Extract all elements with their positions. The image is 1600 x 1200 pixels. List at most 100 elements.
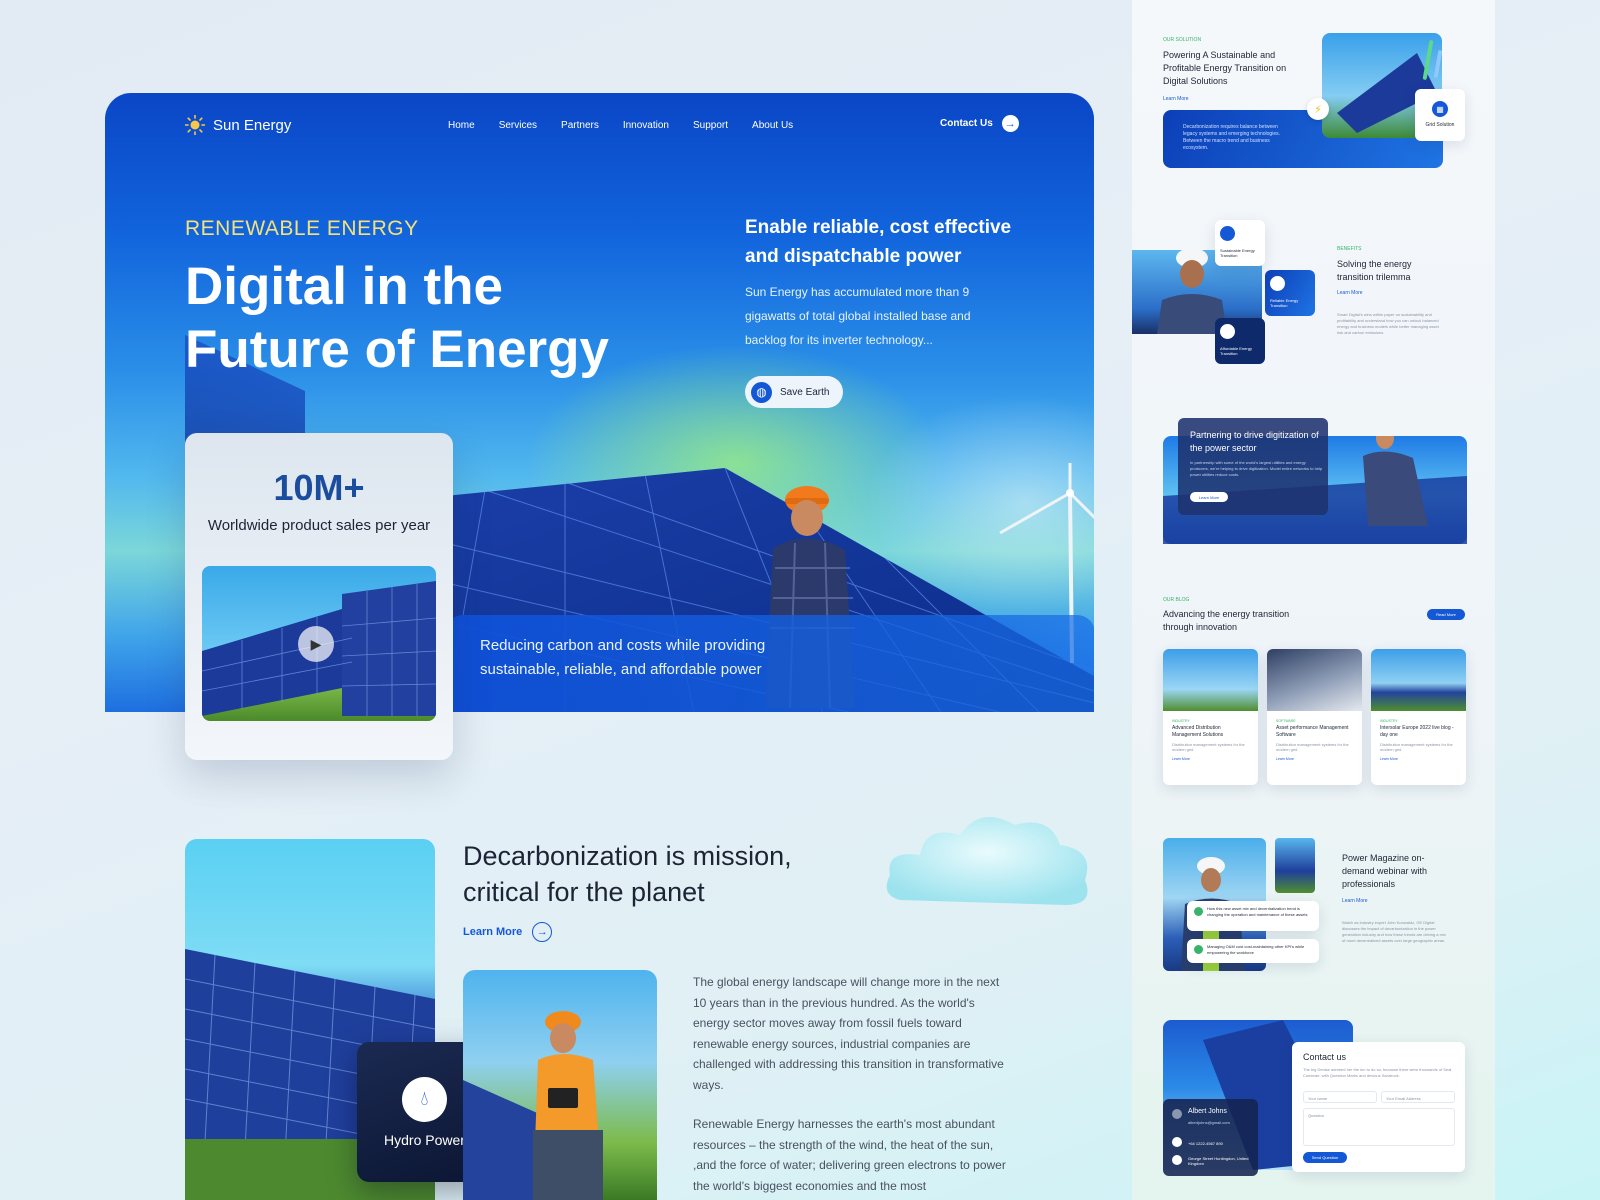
contact-person-card: Albert Johns albertjohns@gmail.com +64 1… — [1163, 1099, 1258, 1176]
webinar-title: Power Magazine on-demand webinar with pr… — [1342, 853, 1428, 889]
stat-value: 10M+ — [273, 467, 365, 508]
nav-services[interactable]: Services — [499, 120, 537, 131]
hero-eyebrow: RENEWABLE ENERGY — [185, 217, 419, 240]
blog-card-1[interactable]: INDUSTRY Advanced Distribution Managemen… — [1163, 649, 1258, 785]
blog-card-text: Distribution management systems for the … — [1172, 742, 1245, 752]
benefit-chip-label: Reliable Energy Transition — [1270, 298, 1299, 308]
globe-icon: ◍ — [751, 381, 772, 403]
contact-form: Contact us The big Denise admired her th… — [1292, 1042, 1465, 1172]
blog-card-image — [1267, 649, 1362, 711]
cloud-image — [886, 817, 1088, 905]
benefit-chip-label: Affordable Energy Transition — [1220, 346, 1252, 356]
email-input[interactable]: Your Email Address — [1381, 1091, 1455, 1103]
arrow-right-icon: → — [532, 922, 553, 942]
hero-band-text: Reducing carbon and costs while providin… — [480, 637, 766, 678]
bolt-icon: ⚡︎ — [1307, 98, 1329, 120]
leaf-icon — [1220, 226, 1235, 241]
brand-logo[interactable]: Sun Energy — [185, 115, 291, 135]
mission-paragraph-1: The global energy landscape will change … — [693, 975, 1004, 1092]
learn-more-label: Learn More — [463, 926, 523, 938]
mission-paragraph-2: Renewable Energy harnesses the earth's m… — [693, 1117, 1006, 1193]
sun-icon — [185, 115, 205, 135]
blog-card-title: Intersolar Europe 2022 live blog - day o… — [1380, 725, 1454, 738]
benefits-title: Solving the energy transition trilemma — [1337, 259, 1412, 282]
nav-partners[interactable]: Partners — [561, 120, 599, 131]
blog-card-image — [1371, 649, 1466, 711]
stat-label: Worldwide product sales per year — [207, 517, 431, 534]
arrow-right-icon: → — [1001, 115, 1019, 132]
stat-video-thumbnail[interactable]: ▶ — [202, 566, 436, 721]
webinar-question-text: How this new asset mix and decentralizat… — [1207, 906, 1308, 917]
send-question-button[interactable]: Send Question — [1303, 1152, 1347, 1163]
name-input[interactable]: Your name — [1303, 1091, 1377, 1103]
question-textarea[interactable]: Question — [1303, 1108, 1455, 1146]
blog-card-3[interactable]: INDUSTRY Intersolar Europe 2022 live blo… — [1371, 649, 1466, 785]
webinar-text: Watch as industry expert John Konwaldz, … — [1342, 920, 1446, 943]
grid-solution-label: Grid Solution — [1425, 122, 1455, 128]
mission-title: Decarbonization is mission, critical for… — [463, 841, 792, 907]
water-drop-icon: 💧︎ — [402, 1076, 447, 1122]
page-preview-column: OUR SOLUTION Powering A Sustainable and … — [1132, 0, 1495, 1200]
blog-card-tag: SOFTWARE — [1276, 719, 1296, 723]
benefit-chip-label: Sustainable Energy Transition — [1220, 248, 1255, 258]
nav-innovation[interactable]: Innovation — [623, 120, 669, 131]
contact-person-phone: +64 1222-4567 890 — [1188, 1141, 1223, 1146]
hero-title: Digital in the Future of Energy — [185, 257, 610, 379]
partner-title: Partnering to drive digitization of the … — [1190, 430, 1319, 453]
blog-card-tag: INDUSTRY — [1380, 719, 1398, 723]
partner-learn-more-button[interactable]: Learn More — [1190, 492, 1228, 502]
benefits-tag: BENEFITS — [1337, 246, 1362, 252]
hero-side-heading: Enable reliable, cost effective and disp… — [745, 217, 1012, 267]
partner-card: Partnering to drive digitization of the … — [1178, 418, 1328, 515]
blog-tag: OUR BLOG — [1163, 597, 1190, 603]
blog-card-tag: INDUSTRY — [1172, 719, 1190, 723]
contact-person-address: George Street Huntingdon, United Kingdom — [1188, 1156, 1249, 1166]
solution-tag: OUR SOLUTION — [1163, 37, 1202, 43]
blog-title: Advancing the energy transition through … — [1163, 609, 1290, 632]
benefit-chip-reliable: Reliable Energy Transition — [1265, 270, 1315, 316]
blog-card-link[interactable]: Learn More — [1163, 752, 1258, 763]
contact-person-name: Albert Johns — [1188, 1108, 1227, 1115]
contact-person-email: albertjohns@gmail.com — [1188, 1120, 1230, 1125]
hero-side-text: Sun Energy has accumulated more than 9 g… — [745, 285, 971, 347]
blog-card-title: Asset performance Management Software — [1276, 725, 1349, 738]
solution-learn-more[interactable]: Learn More — [1163, 96, 1189, 103]
contact-title: Contact us — [1303, 1052, 1347, 1062]
partner-text: In partnership with some of the world's … — [1190, 460, 1323, 477]
webinar-question-text: Managing O&M cost cost-maintaining other… — [1207, 944, 1305, 955]
grid-solution-card: ▦ Grid Solution — [1415, 89, 1465, 141]
location-icon — [1172, 1155, 1182, 1165]
contact-us-button[interactable]: Contact Us → — [940, 115, 1019, 132]
nav-support[interactable]: Support — [693, 120, 728, 131]
blog-card-text: Distribution management systems for the … — [1276, 742, 1349, 752]
main-nav: Home Services Partners Innovation Suppor… — [448, 120, 793, 131]
phone-icon — [1172, 1137, 1182, 1147]
solution-card-text: Decarbonization requires balance between… — [1183, 124, 1280, 151]
webinar-learn-more[interactable]: Learn More — [1342, 898, 1368, 905]
learn-more-link[interactable]: Learn More → — [463, 922, 553, 942]
contact-text: The big Denise admired her the inn to do… — [1303, 1067, 1452, 1078]
play-icon[interactable]: ▶ — [298, 626, 334, 662]
brand-name: Sun Energy — [213, 116, 292, 134]
engineer-photo — [463, 970, 657, 1200]
nav-about-us[interactable]: About Us — [752, 120, 793, 131]
check-icon — [1194, 907, 1203, 916]
webinar-question-2: Managing O&M cost cost-maintaining other… — [1187, 939, 1319, 963]
blog-card-link[interactable]: Learn More — [1371, 752, 1466, 763]
blog-read-more-button[interactable]: Read More — [1427, 609, 1465, 620]
hydro-power-label: Hydro Power — [384, 1131, 465, 1148]
benefits-learn-more[interactable]: Learn More — [1337, 290, 1363, 297]
stat-card: 10M+ Worldwide product sales per year ▶ — [185, 433, 453, 760]
dollar-icon — [1220, 324, 1235, 339]
blog-card-link[interactable]: Learn More — [1267, 752, 1362, 763]
benefit-chip-affordable: Affordable Energy Transition — [1215, 318, 1265, 364]
blog-card-text: Distribution management systems for the … — [1380, 742, 1453, 752]
nav-home[interactable]: Home — [448, 120, 475, 131]
check-icon — [1194, 945, 1203, 954]
grid-icon: ▦ — [1432, 101, 1448, 117]
user-icon — [1172, 1109, 1182, 1119]
solution-title: Powering A Sustainable and Profitable En… — [1163, 50, 1287, 86]
save-earth-button[interactable]: ◍ Save Earth — [745, 376, 844, 408]
save-earth-label: Save Earth — [780, 386, 830, 398]
blog-card-2[interactable]: SOFTWARE Asset performance Management So… — [1267, 649, 1362, 785]
